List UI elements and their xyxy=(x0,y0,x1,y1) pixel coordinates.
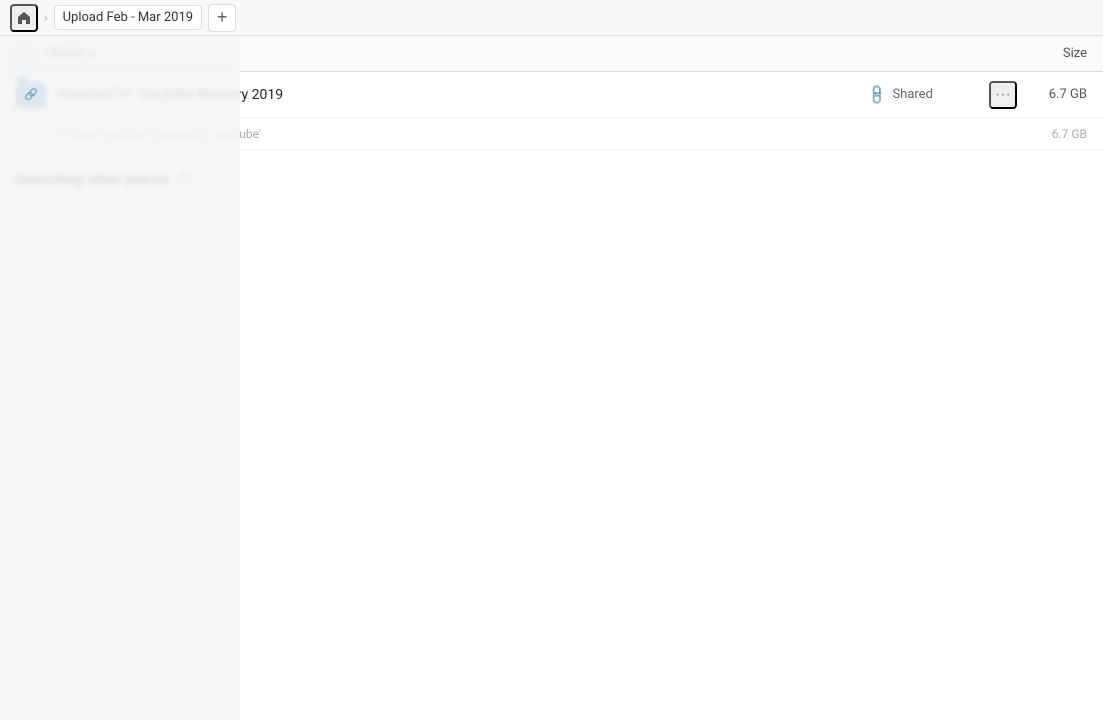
checkbox[interactable] xyxy=(16,46,32,62)
add-button[interactable]: + xyxy=(208,4,236,32)
loading-spinner-icon xyxy=(178,172,192,186)
link-symbol-icon: 🔗 xyxy=(24,88,38,101)
shared-label: Shared xyxy=(892,87,932,102)
folder-icon: 🔗 xyxy=(16,82,46,108)
home-button[interactable] xyxy=(10,4,38,32)
file-name: HoomanTV - YouTube Mastery 2019 xyxy=(48,87,869,103)
more-options-button[interactable]: ··· xyxy=(989,81,1017,109)
searching-label: Searching other places xyxy=(16,170,170,188)
share-link-icon: 🔗 xyxy=(866,83,890,107)
name-column-header[interactable]: Name ▲ xyxy=(48,46,1007,61)
summary-size: 6.7 GB xyxy=(1017,127,1087,141)
top-bar: › Upload Feb - Mar 2019 + xyxy=(0,0,1103,36)
file-row[interactable]: 🔗 HoomanTV - YouTube Mastery 2019 🔗 Shar… xyxy=(0,72,1103,118)
shared-area: 🔗 Shared xyxy=(869,87,989,103)
searching-section: Searching other places xyxy=(0,150,1103,208)
select-all-checkbox[interactable] xyxy=(16,46,48,62)
name-label: Name xyxy=(48,46,83,61)
summary-row: 1 folder matches 'hoomantv - youtube' 6.… xyxy=(0,118,1103,150)
searching-title: Searching other places xyxy=(16,170,1087,188)
column-header: Name ▲ Size xyxy=(0,36,1103,72)
summary-text: 1 folder matches 'hoomantv - youtube' xyxy=(58,127,1017,141)
file-size: 6.7 GB xyxy=(1017,87,1087,102)
file-icon-wrap: 🔗 xyxy=(16,82,48,108)
breadcrumb-title: Upload Feb - Mar 2019 xyxy=(54,5,203,30)
size-column-header: Size xyxy=(1007,46,1087,61)
breadcrumb-separator: › xyxy=(44,11,48,25)
sort-arrow-icon: ▲ xyxy=(87,48,97,59)
